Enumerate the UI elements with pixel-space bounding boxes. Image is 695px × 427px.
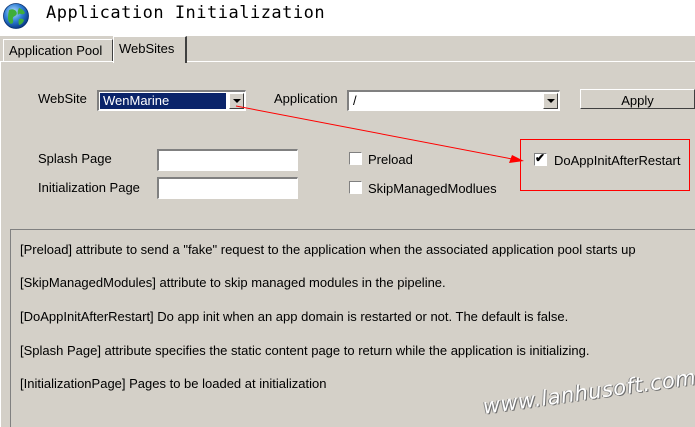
application-label: Application xyxy=(274,91,338,106)
title-bar: Application Initialization xyxy=(0,0,695,36)
chevron-down-icon xyxy=(233,99,241,103)
skip-managed-modules-label: SkipManagedModlues xyxy=(368,181,497,196)
website-select[interactable]: WenMarine xyxy=(97,90,246,111)
chevron-down-icon xyxy=(547,99,555,103)
apply-button[interactable]: Apply xyxy=(580,89,695,109)
tab-websites[interactable]: WebSites xyxy=(113,36,187,63)
application-dropdown-button[interactable] xyxy=(543,93,558,109)
info-line: [Splash Page] attribute specifies the st… xyxy=(20,343,590,358)
initialization-page-label: Initialization Page xyxy=(38,180,140,195)
info-line: [SkipManagedModules] attribute to skip m… xyxy=(20,275,446,290)
website-select-value: WenMarine xyxy=(100,93,226,109)
window-title: Application Initialization xyxy=(46,3,326,23)
annotation-highlight-box xyxy=(520,139,690,191)
splash-page-input[interactable] xyxy=(157,149,298,171)
preload-checkbox[interactable] xyxy=(349,152,362,165)
globe-icon xyxy=(3,3,29,29)
info-line: [Preload] attribute to send a "fake" req… xyxy=(20,242,636,257)
splash-page-label: Splash Page xyxy=(38,151,112,166)
application-select[interactable]: / xyxy=(347,90,560,111)
website-label: WebSite xyxy=(38,91,87,106)
initialization-page-input[interactable] xyxy=(157,177,298,199)
tab-strip: Application Pool WebSites xyxy=(0,36,695,63)
info-line: [InitializationPage] Pages to be loaded … xyxy=(20,376,327,391)
application-select-value: / xyxy=(353,93,357,108)
website-dropdown-button[interactable] xyxy=(229,93,244,109)
tab-application-pool[interactable]: Application Pool xyxy=(3,39,113,61)
preload-label: Preload xyxy=(368,152,413,167)
skip-managed-modules-checkbox[interactable] xyxy=(349,181,362,194)
info-line: [DoAppInitAfterRestart] Do app init when… xyxy=(20,309,569,324)
